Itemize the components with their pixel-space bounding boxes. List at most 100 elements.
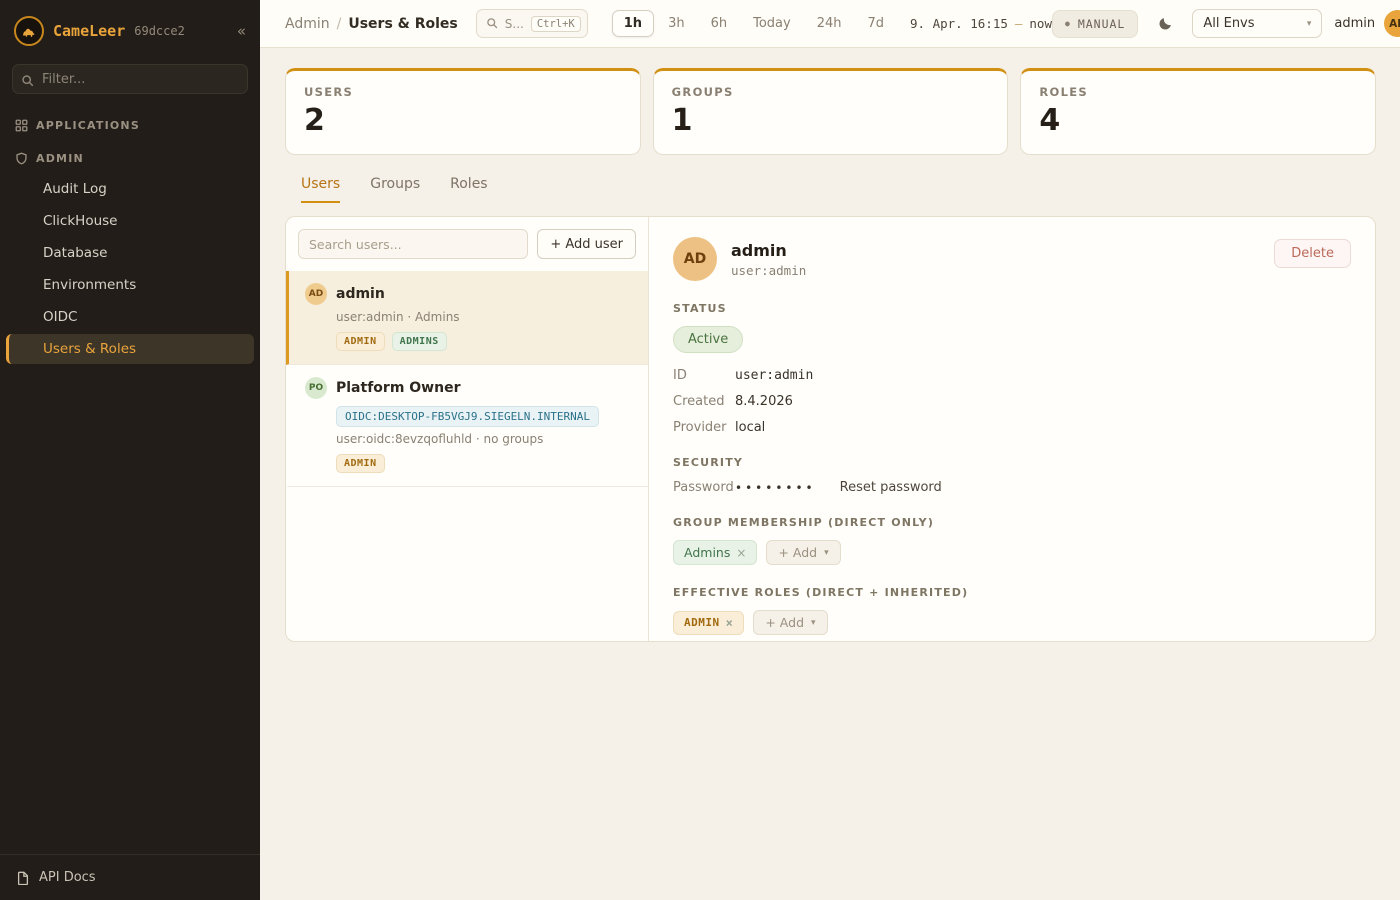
chevron-down-icon: ▾	[1307, 19, 1312, 29]
add-user-button[interactable]: + Add user	[537, 229, 636, 259]
range-6h[interactable]: 6h	[699, 10, 740, 37]
sidebar-item-database[interactable]: Database	[6, 238, 254, 268]
remove-group-icon[interactable]: ×	[736, 546, 746, 560]
tab-users[interactable]: Users	[301, 176, 340, 203]
user-meta: user:oidc:8evzqofluhld · no groups	[336, 432, 634, 446]
breadcrumb: Admin / Users & Roles	[285, 16, 458, 32]
user-badges: ADMIN ADMINS	[336, 332, 634, 351]
range-today[interactable]: Today	[741, 10, 803, 37]
avatar: AD	[673, 237, 717, 281]
refresh-mode-button[interactable]: ● MANUAL	[1052, 10, 1138, 38]
user-avatar[interactable]: AD	[1384, 10, 1400, 37]
detail-fields: ID user:admin Created 8.4.2026 Provider …	[673, 368, 1351, 435]
user-name: admin	[336, 286, 385, 302]
role-chip-admin[interactable]: ADMIN ×	[673, 611, 744, 635]
dark-mode-toggle[interactable]	[1150, 9, 1180, 39]
sidebar-header: CameLeer 69dcce2 «	[0, 0, 260, 58]
date-range-to: now	[1029, 16, 1052, 31]
add-role-label: + Add	[765, 615, 804, 630]
date-range-display[interactable]: 9. Apr. 16:15 — now	[910, 16, 1052, 31]
security-heading: SECURITY	[673, 456, 1351, 469]
group-membership-heading: GROUP MEMBERSHIP (DIRECT ONLY)	[673, 516, 1351, 529]
date-range-from: 9. Apr. 16:15	[910, 16, 1008, 31]
detail-header: AD admin user:admin	[673, 237, 1351, 281]
user-name: Platform Owner	[336, 380, 460, 396]
add-role-button[interactable]: + Add ▾	[753, 610, 827, 635]
stat-card-groups[interactable]: GROUPS 1	[653, 68, 1009, 155]
status-badge: Active	[673, 326, 743, 353]
api-docs-label: API Docs	[39, 870, 96, 885]
password-label: Password	[673, 480, 735, 495]
search-shortcut-kbd: Ctrl+K	[531, 16, 581, 32]
stat-roles-value: 4	[1039, 103, 1357, 138]
tab-bar: Users Groups Roles	[301, 176, 1376, 203]
sidebar-item-audit-log[interactable]: Audit Log	[6, 174, 254, 204]
group-chip-label: Admins	[684, 545, 730, 560]
stat-card-roles[interactable]: ROLES 4	[1020, 68, 1376, 155]
avatar: PO	[305, 377, 327, 399]
user-search-input[interactable]	[298, 229, 528, 259]
sidebar-section-admin[interactable]: ADMIN	[0, 141, 260, 174]
user-list-toolbar: + Add user	[286, 217, 648, 271]
stat-groups-value: 1	[672, 103, 990, 138]
logo-camel-icon	[21, 23, 37, 39]
chevron-down-icon: ▾	[824, 548, 829, 558]
stat-groups-label: GROUPS	[672, 85, 990, 99]
effective-roles-heading: EFFECTIVE ROLES (DIRECT + INHERITED)	[673, 586, 1351, 599]
provider-field-value: local	[735, 420, 1351, 435]
user-list-item-admin[interactable]: AD admin user:admin · Admins ADMIN ADMIN…	[286, 271, 648, 365]
search-icon	[486, 14, 498, 33]
date-range-separator: —	[1015, 16, 1023, 31]
sidebar-item-environments[interactable]: Environments	[6, 270, 254, 300]
group-chip-admins[interactable]: Admins ×	[673, 540, 757, 565]
tab-groups[interactable]: Groups	[370, 176, 420, 203]
header-user[interactable]: admin AD	[1334, 10, 1400, 37]
add-group-button[interactable]: + Add ▾	[766, 540, 840, 565]
document-icon	[16, 871, 30, 885]
environment-select[interactable]: All Envs ▾	[1192, 9, 1322, 38]
detail-user-id: user:admin	[731, 263, 806, 278]
sidebar-item-users-roles[interactable]: Users & Roles	[6, 334, 254, 364]
tab-roles[interactable]: Roles	[450, 176, 487, 203]
status-heading: STATUS	[673, 302, 1351, 315]
user-meta: user:admin · Admins	[336, 310, 634, 324]
reset-password-link[interactable]: Reset password	[840, 480, 942, 495]
remove-role-icon[interactable]: ×	[726, 616, 734, 630]
search-icon	[21, 72, 34, 91]
group-badge-admins: ADMINS	[392, 332, 447, 351]
section-label-applications: APPLICATIONS	[36, 119, 140, 132]
range-7d[interactable]: 7d	[856, 10, 897, 37]
app-logo	[14, 16, 44, 46]
breadcrumb-separator: /	[337, 16, 342, 32]
global-search[interactable]: S... Ctrl+K	[476, 9, 588, 38]
app-instance-id: 69dcce2	[134, 24, 185, 38]
main-content: USERS 2 GROUPS 1 ROLES 4 Users Groups Ro…	[260, 48, 1400, 900]
breadcrumb-admin[interactable]: Admin	[285, 16, 330, 32]
password-mask: ••••••••	[735, 481, 816, 495]
breadcrumb-current: Users & Roles	[348, 16, 457, 32]
stat-users-value: 2	[304, 103, 622, 138]
sidebar-filter-input[interactable]	[12, 64, 248, 94]
range-24h[interactable]: 24h	[805, 10, 854, 37]
api-docs-link[interactable]: API Docs	[0, 854, 260, 900]
sidebar-filter	[12, 64, 248, 94]
moon-icon	[1158, 16, 1173, 31]
user-list-item-platform-owner[interactable]: PO Platform Owner OIDC:DESKTOP-FB5VGJ9.S…	[286, 365, 648, 487]
sidebar-item-oidc[interactable]: OIDC	[6, 302, 254, 332]
sidebar-section-applications[interactable]: APPLICATIONS	[0, 108, 260, 141]
user-badges: ADMIN	[336, 454, 634, 473]
sidebar: CameLeer 69dcce2 « APPLICATIONS ADMIN Au…	[0, 0, 260, 900]
range-3h[interactable]: 3h	[656, 10, 697, 37]
role-chips: ADMIN × + Add ▾	[673, 610, 1351, 635]
stat-card-users[interactable]: USERS 2	[285, 68, 641, 155]
time-range-group: 1h 3h 6h Today 24h 7d	[612, 10, 896, 37]
sidebar-collapse-icon[interactable]: «	[237, 22, 246, 40]
delete-user-button[interactable]: Delete	[1274, 239, 1351, 268]
range-1h[interactable]: 1h	[612, 10, 654, 37]
user-detail-panel: Delete AD admin user:admin STATUS Active…	[649, 217, 1375, 641]
sidebar-item-clickhouse[interactable]: ClickHouse	[6, 206, 254, 236]
user-list-panel: + Add user AD admin user:admin · Admins …	[286, 217, 649, 641]
stat-users-label: USERS	[304, 85, 622, 99]
password-row: Password •••••••• Reset password	[673, 480, 1351, 495]
applications-grid-icon	[15, 119, 28, 132]
